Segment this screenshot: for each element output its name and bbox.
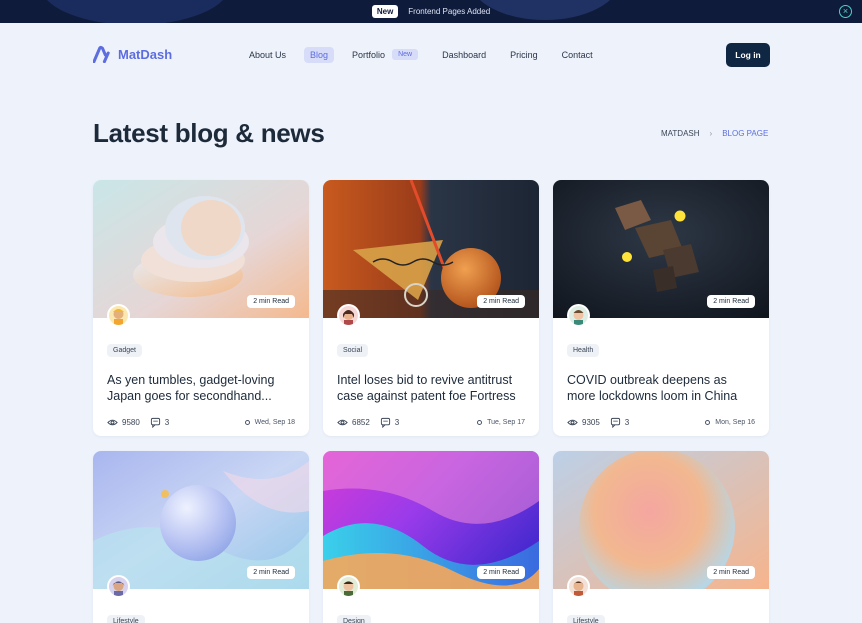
views-value: 9580 <box>122 418 140 427</box>
views-value: 9305 <box>582 418 600 427</box>
avatar[interactable] <box>107 304 130 327</box>
eye-icon <box>337 419 348 426</box>
logo-icon <box>93 45 110 63</box>
dot-icon <box>705 420 711 425</box>
nav-label: About Us <box>249 49 287 60</box>
avatar[interactable] <box>567 575 590 598</box>
views-value: 6852 <box>352 418 370 427</box>
nav-label: Dashboard <box>442 49 487 60</box>
post-title[interactable]: Intel loses bid to revive antitrust case… <box>337 372 525 404</box>
post-title[interactable]: COVID outbreak deepens as more lockdowns… <box>567 372 755 404</box>
category-tag[interactable]: Health <box>567 344 600 357</box>
category-tag[interactable]: Social <box>337 344 369 357</box>
blog-card[interactable]: 2 min Read Gadget As yen tumbles, gadget… <box>93 180 309 436</box>
post-date: Tue, Sep 17 <box>477 419 525 426</box>
nav-label: Pricing <box>510 49 538 60</box>
dot-icon <box>244 420 250 425</box>
announcement-message[interactable]: Frontend Pages Added <box>408 7 490 16</box>
nav-item-portfolio[interactable]: Portfolio New <box>346 46 424 63</box>
breadcrumb-home[interactable]: MATDASH <box>661 129 700 138</box>
nav-item-about[interactable]: About Us <box>243 47 292 63</box>
new-badge: New <box>392 49 419 60</box>
comment-icon <box>610 417 620 428</box>
views-count: 6852 <box>337 417 370 428</box>
post-image[interactable]: 2 min Read <box>553 180 769 318</box>
card-body: Health COVID outbreak deepens as more lo… <box>553 318 769 428</box>
read-time-badge: 2 min Read <box>477 295 525 308</box>
blog-card[interactable]: 2 min Read Design <box>323 451 539 623</box>
post-meta: 6852 3 Tue, Sep 17 <box>337 417 525 428</box>
read-time-badge: 2 min Read <box>247 295 295 308</box>
logo[interactable]: MatDash <box>93 45 172 63</box>
comments-count: 3 <box>380 417 399 428</box>
read-time-badge: 2 min Read <box>707 566 755 579</box>
nav-label: Portfolio <box>352 49 386 60</box>
date-value: Wed, Sep 18 <box>254 419 295 426</box>
chevron-right-icon: › <box>709 129 713 138</box>
comment-icon <box>380 417 390 428</box>
eye-icon <box>107 419 118 426</box>
announcement-bar: New Frontend Pages Added × <box>0 0 862 23</box>
post-image[interactable]: 2 min Read <box>93 451 309 589</box>
announcement-content: New Frontend Pages Added <box>0 5 862 18</box>
card-body: Gadget As yen tumbles, gadget-loving Jap… <box>93 318 309 428</box>
date-value: Mon, Sep 16 <box>715 419 755 426</box>
breadcrumb: MATDASH › BLOG PAGE <box>661 129 768 138</box>
blog-card[interactable]: 2 min Read Social Intel loses bid to rev… <box>323 180 539 436</box>
post-image[interactable]: 2 min Read <box>93 180 309 318</box>
post-title[interactable]: As yen tumbles, gadget-loving Japan goes… <box>107 372 295 404</box>
nav-label: Blog <box>310 49 329 60</box>
brand-name: MatDash <box>118 46 173 62</box>
breadcrumb-current: BLOG PAGE <box>722 129 769 138</box>
card-body: Social Intel loses bid to revive antitru… <box>323 318 539 428</box>
nav-item-blog[interactable]: Blog <box>304 46 335 63</box>
date-value: Tue, Sep 17 <box>487 419 525 426</box>
avatar[interactable] <box>107 575 130 598</box>
eye-icon <box>567 419 578 426</box>
comments-count: 3 <box>610 417 629 428</box>
category-tag[interactable]: Lifestyle <box>107 615 145 623</box>
post-date: Mon, Sep 16 <box>705 419 755 426</box>
comment-icon <box>150 417 160 428</box>
main-nav: MatDash About Us Blog Portfolio New Dashb… <box>0 23 862 87</box>
comments-count: 3 <box>150 417 169 428</box>
announcement-badge: New <box>371 5 399 18</box>
read-time-badge: 2 min Read <box>247 566 295 579</box>
blog-card[interactable]: 2 min Read Lifestyle <box>93 451 309 623</box>
post-image[interactable]: 2 min Read <box>553 451 769 589</box>
post-image[interactable]: 2 min Read <box>323 451 539 589</box>
avatar[interactable] <box>567 304 590 327</box>
read-time-badge: 2 min Read <box>707 295 755 308</box>
nav-item-pricing[interactable]: Pricing <box>504 47 544 63</box>
nav-item-contact[interactable]: Contact <box>556 47 599 63</box>
comments-value: 3 <box>394 418 400 427</box>
nav-menu: About Us Blog Portfolio New Dashboard Pri… <box>243 46 611 63</box>
nav-item-dashboard[interactable]: Dashboard <box>436 47 492 63</box>
close-icon[interactable]: × <box>839 5 852 18</box>
comments-value: 3 <box>164 418 170 427</box>
category-tag[interactable]: Lifestyle <box>567 615 605 623</box>
blog-card[interactable]: 2 min Read Lifestyle <box>553 451 769 623</box>
dot-icon <box>477 420 483 425</box>
post-date: Wed, Sep 18 <box>244 419 295 426</box>
avatar[interactable] <box>337 575 360 598</box>
blog-card[interactable]: 2 min Read Health COVID outbreak deepens… <box>553 180 769 436</box>
login-button[interactable]: Log in <box>726 43 770 67</box>
avatar[interactable] <box>337 304 360 327</box>
category-tag[interactable]: Gadget <box>107 344 142 357</box>
post-meta: 9305 3 Mon, Sep 16 <box>567 417 755 428</box>
nav-label: Contact <box>561 49 593 60</box>
views-count: 9580 <box>107 417 140 428</box>
read-time-badge: 2 min Read <box>477 566 525 579</box>
post-image[interactable]: 2 min Read <box>323 180 539 318</box>
post-meta: 9580 3 Wed, Sep 18 <box>107 417 295 428</box>
category-tag[interactable]: Design <box>337 615 371 623</box>
views-count: 9305 <box>567 417 600 428</box>
page-title: Latest blog & news <box>93 118 325 148</box>
comments-value: 3 <box>624 418 630 427</box>
